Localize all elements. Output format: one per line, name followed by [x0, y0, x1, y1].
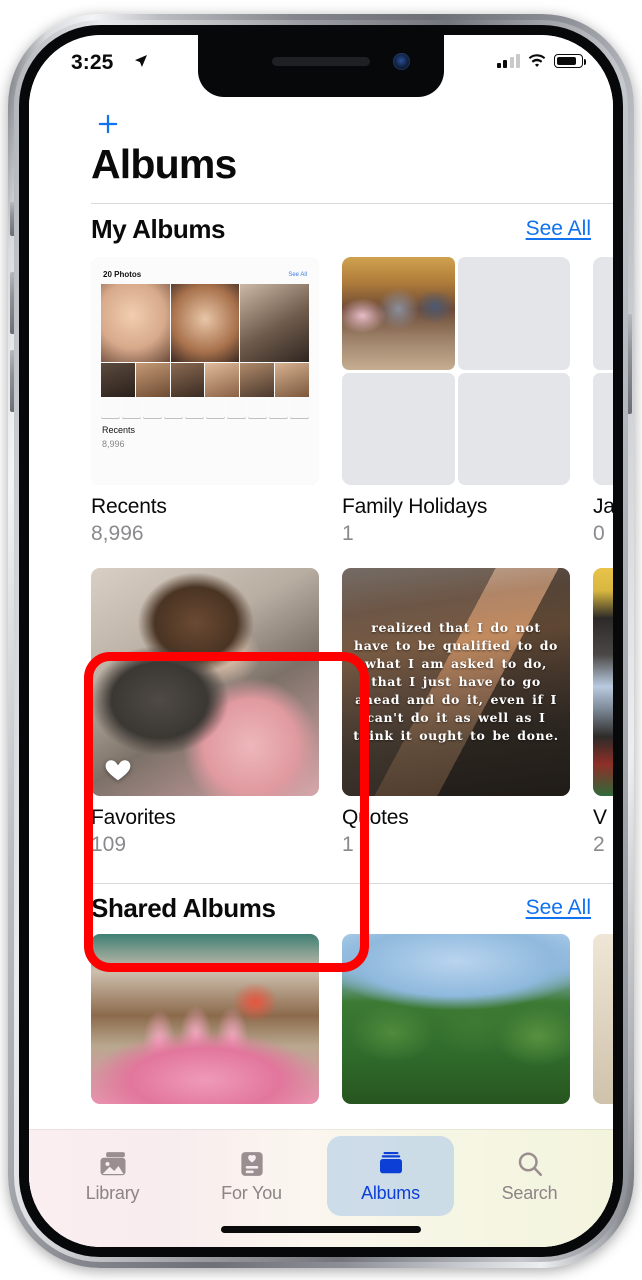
album-count: 0	[593, 522, 605, 545]
earpiece-speaker	[272, 57, 370, 66]
quad-empty-cell	[593, 257, 613, 370]
album-count: 109	[91, 833, 127, 856]
album-tile-quotes[interactable]: realized that I do not have to be qualif…	[342, 568, 570, 857]
nested-photo-count: 20 Photos	[103, 270, 142, 279]
album-thumbnail	[91, 934, 319, 1104]
quad-grid-family-photo	[342, 257, 570, 485]
albums-scroll-content[interactable]: My Albums See All 20 Photos See All Rece…	[29, 205, 613, 1247]
phone-bezel-outer: Albums My Albums See All 20 Photos See A…	[14, 20, 628, 1262]
nested-photo-grid-top	[101, 284, 309, 362]
album-thumbnail	[593, 934, 613, 1104]
nested-see-all: See All	[288, 271, 307, 278]
quad-empty-cell	[593, 372, 613, 485]
partial-photo	[593, 934, 613, 1104]
tab-label: Search	[501, 1182, 558, 1203]
photo-library-icon	[100, 1151, 125, 1175]
album-tile-partial-ja[interactable]: Ja 0	[593, 257, 613, 546]
birthday-cake-photo	[91, 934, 319, 1104]
front-camera	[393, 53, 410, 70]
album-tile-recents[interactable]: 20 Photos See All Recents 8,996 Recents …	[91, 257, 319, 546]
shared-albums-row	[91, 934, 613, 1104]
album-name: Quotes	[342, 806, 409, 829]
album-count: 8,996	[91, 522, 144, 545]
albums-folder-icon	[379, 1151, 402, 1173]
section-title-my-albums: My Albums	[91, 213, 226, 244]
shared-album-tile-1[interactable]	[91, 934, 319, 1104]
phone-screen: Albums My Albums See All 20 Photos See A…	[29, 35, 613, 1247]
album-thumbnail	[342, 934, 570, 1104]
album-count: 1	[342, 522, 354, 545]
heart-icon	[105, 760, 131, 781]
album-tile-partial-v[interactable]: V 2	[593, 568, 613, 857]
my-albums-row-2: Favorites 109 realized that I do not hav…	[91, 568, 613, 857]
album-thumbnail: realized that I do not have to be qualif…	[342, 568, 570, 796]
album-name: Family Holidays	[342, 495, 488, 518]
album-name: V	[593, 806, 607, 829]
screenshot-stage: Albums My Albums See All 20 Photos See A…	[0, 0, 642, 1280]
my-albums-section-header: My Albums See All	[91, 205, 613, 253]
photos-app: Albums My Albums See All 20 Photos See A…	[29, 35, 613, 1247]
tab-bar: Library For You Albums Search	[29, 1129, 613, 1247]
album-tile-family-holidays[interactable]: Family Holidays 1	[342, 257, 570, 546]
tab-for-you[interactable]: For You	[188, 1136, 315, 1216]
quad-empty-cell	[457, 257, 570, 370]
tab-library[interactable]: Library	[49, 1136, 176, 1216]
phone-frame: Albums My Albums See All 20 Photos See A…	[8, 14, 634, 1268]
album-count: 1	[342, 833, 354, 856]
my-albums-row-1: 20 Photos See All Recents 8,996 Recents …	[91, 257, 613, 546]
nested-photo-grid-bottom	[101, 363, 309, 397]
album-name: Ja	[593, 495, 613, 518]
album-name: Recents	[91, 495, 167, 518]
quad-empty-cell	[457, 372, 570, 485]
quad-empty-cell	[342, 372, 455, 485]
album-thumbnail	[593, 568, 613, 796]
album-thumbnail: 20 Photos See All Recents 8,996	[91, 257, 319, 485]
shared-album-tile-3[interactable]	[593, 934, 613, 1104]
home-indicator[interactable]	[221, 1226, 421, 1233]
album-tile-favorites[interactable]: Favorites 109	[91, 568, 319, 857]
nested-photos-screenshot: 20 Photos See All Recents 8,996	[91, 257, 319, 485]
album-thumbnail	[91, 568, 319, 796]
album-thumbnail	[342, 257, 570, 485]
nested-album-name: Recents	[102, 425, 136, 435]
page-title: Albums	[91, 141, 237, 187]
quad-photo-cell	[342, 257, 455, 370]
tab-label: Albums	[361, 1182, 420, 1203]
quote-overlay-text: realized that I do not have to be qualif…	[353, 619, 559, 744]
nested-header: 20 Photos See All	[103, 268, 307, 281]
see-all-my-albums[interactable]: See All	[526, 217, 591, 241]
notch	[198, 35, 444, 97]
search-icon	[518, 1151, 542, 1176]
phone-bezel-inner: Albums My Albums See All 20 Photos See A…	[19, 25, 623, 1257]
album-count: 2	[593, 833, 605, 856]
green-trees-photo	[342, 934, 570, 1104]
shared-album-tile-2[interactable]	[342, 934, 570, 1104]
album-name: Favorites	[91, 806, 176, 829]
collage-photo	[593, 568, 613, 796]
navigation-bar: Albums	[29, 97, 613, 205]
nested-album-count: 8,996	[102, 439, 125, 449]
album-thumbnail	[593, 257, 613, 485]
plus-icon[interactable]	[91, 107, 125, 141]
shared-albums-section-header: Shared Albums See All	[91, 884, 613, 932]
tab-label: For You	[221, 1182, 282, 1203]
see-all-shared-albums[interactable]: See All	[526, 896, 591, 920]
tab-search[interactable]: Search	[466, 1136, 593, 1216]
nested-keyboard-row	[101, 399, 309, 418]
section-title-shared-albums: Shared Albums	[91, 892, 276, 923]
tab-albums[interactable]: Albums	[327, 1136, 454, 1216]
heart-card-icon	[240, 1151, 263, 1176]
nav-divider	[91, 203, 613, 204]
quad-grid-empty	[593, 257, 613, 485]
tab-label: Library	[85, 1182, 140, 1203]
